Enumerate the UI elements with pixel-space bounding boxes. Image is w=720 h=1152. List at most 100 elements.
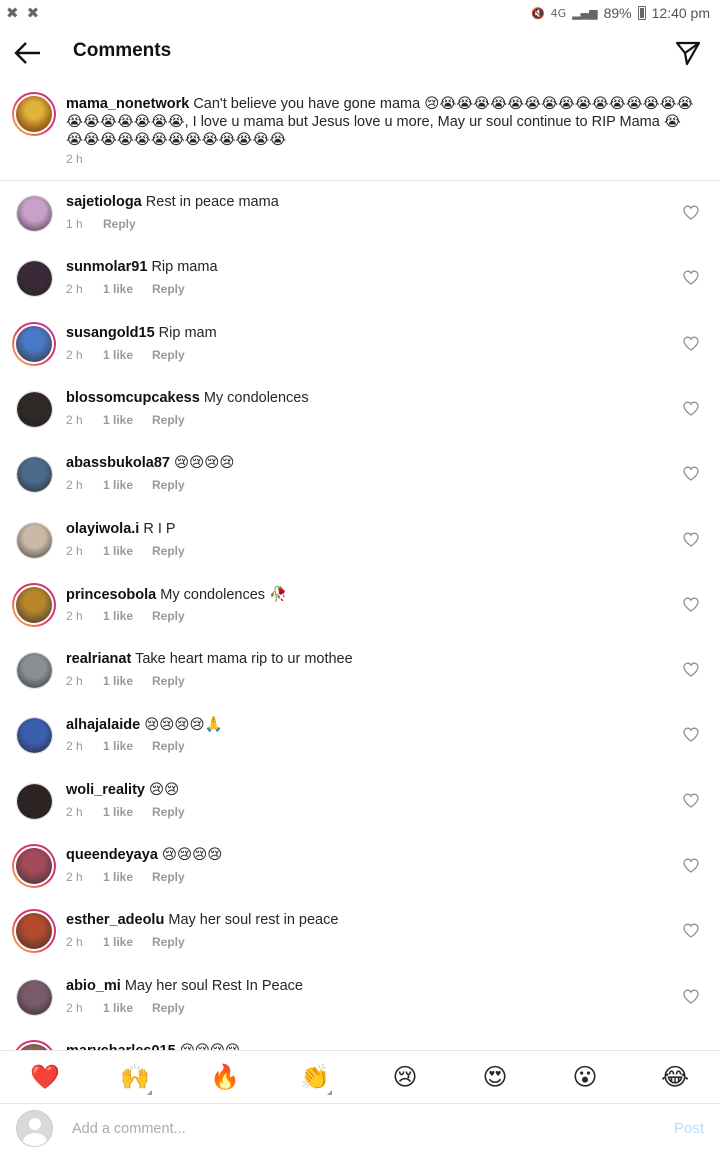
crying-emoji[interactable]: 😢 [360, 1063, 450, 1091]
reply-button[interactable]: Reply [152, 478, 185, 492]
reply-button[interactable]: Reply [152, 1001, 185, 1015]
comment-text: susangold15 Rip mam [66, 325, 217, 341]
network-label: 4G [550, 6, 567, 20]
avatar[interactable] [12, 92, 56, 136]
avatar[interactable] [16, 978, 53, 1016]
comment-time: 2 h [66, 412, 83, 427]
comment-meta: 2 h 1 like Reply [66, 805, 185, 819]
like-heart-icon[interactable] [683, 793, 699, 808]
like-count[interactable]: 1 like [103, 674, 152, 688]
arrow-left-icon [14, 42, 40, 64]
reply-button[interactable]: Reply [152, 609, 185, 623]
like-heart-icon[interactable] [683, 270, 699, 286]
like-count[interactable]: 1 like [103, 282, 152, 296]
comment-time: 2 h [66, 870, 83, 884]
reply-button[interactable]: Reply [152, 282, 185, 296]
like-heart-icon[interactable] [683, 532, 699, 547]
avatar[interactable] [16, 521, 53, 559]
like-count[interactable]: 1 like [103, 478, 152, 492]
comment-username[interactable]: woli_reality [66, 782, 145, 798]
comment-row: blossomcupcakess My condolences 2 h 1 like… [0, 377, 720, 442]
post-button[interactable]: Post [674, 1120, 704, 1137]
comment-username[interactable]: alhajalaide [66, 717, 140, 733]
like-heart-icon[interactable] [683, 597, 699, 612]
like-heart-icon[interactable] [683, 466, 699, 481]
comment-username[interactable]: queendeyaya [66, 847, 158, 863]
like-count[interactable]: 1 like [103, 935, 152, 949]
comment-time: 2 h [66, 478, 83, 493]
like-count[interactable]: 1 like [103, 413, 152, 427]
reply-button[interactable]: Reply [152, 935, 185, 949]
like-count[interactable]: 1 like [103, 544, 152, 558]
back-button[interactable] [12, 38, 44, 68]
like-heart-icon[interactable] [683, 989, 699, 1004]
comment-username[interactable]: susangold15 [66, 325, 155, 341]
avatar[interactable] [12, 321, 56, 366]
comment-username[interactable]: abassbukola87 [66, 455, 170, 471]
reply-button[interactable]: Reply [152, 870, 185, 884]
my-avatar [16, 1110, 53, 1147]
comment-username[interactable]: abio_mi [66, 978, 121, 994]
share-button[interactable] [674, 39, 702, 67]
comment-username[interactable]: sunmolar91 [66, 259, 147, 275]
avatar[interactable] [16, 260, 53, 298]
raised-hands-emoji[interactable]: 🙌 [90, 1063, 180, 1095]
reply-button[interactable]: Reply [103, 217, 136, 231]
reply-button[interactable]: Reply [152, 413, 185, 427]
like-heart-icon[interactable] [683, 205, 699, 220]
like-count[interactable]: 1 like [103, 739, 152, 753]
avatar[interactable] [16, 652, 53, 690]
avatar[interactable] [16, 390, 53, 428]
comment-row: alhajalaide 😢😢😢😢🙏 2 h 1 like Reply [0, 703, 720, 768]
reply-button[interactable]: Reply [152, 739, 185, 753]
comment-username[interactable]: esther_adeolu [66, 912, 164, 928]
surprised-emoji[interactable]: 😮 [540, 1063, 630, 1091]
comment-meta: 2 h 1 like Reply [66, 739, 185, 753]
avatar[interactable] [12, 844, 56, 888]
comment-text: sunmolar91 Rip mama [66, 259, 218, 275]
reply-button[interactable]: Reply [152, 348, 185, 362]
comment-time: 2 h [66, 935, 83, 950]
avatar[interactable] [16, 717, 53, 755]
comment-username[interactable]: princesobola [66, 587, 156, 603]
like-heart-icon[interactable] [683, 401, 699, 416]
fire-emoji[interactable]: 🔥 [180, 1063, 270, 1091]
like-heart-icon[interactable] [683, 662, 699, 677]
comment-body: R I P [143, 520, 176, 537]
comment-username[interactable]: sajetiologa [66, 194, 142, 210]
comment-text: woli_reality 😢😢 [66, 782, 179, 798]
avatar[interactable] [16, 456, 53, 494]
comment-time: 2 h [66, 282, 83, 297]
laughing-emoji[interactable]: 😂 [630, 1063, 720, 1091]
avatar[interactable] [12, 1039, 56, 1050]
caption-username[interactable]: mama_nonetwork [66, 96, 189, 112]
clap-emoji[interactable]: 👏 [270, 1063, 360, 1095]
like-heart-icon[interactable] [683, 727, 699, 743]
avatar[interactable] [16, 782, 53, 820]
avatar[interactable] [16, 195, 53, 232]
comment-list[interactable]: sajetiologa Rest in peace mama 1 h Reply su… [0, 181, 720, 1050]
like-count[interactable]: 1 like [103, 609, 152, 623]
like-count[interactable]: 1 like [103, 805, 152, 819]
like-count[interactable]: 1 like [103, 1001, 152, 1015]
comment-username[interactable]: blossomcupcakess [66, 390, 200, 406]
avatar[interactable] [12, 909, 56, 954]
comment-body: 😢😢😢😢 [180, 1043, 240, 1050]
like-count[interactable]: 1 like [103, 348, 152, 362]
like-heart-icon[interactable] [683, 336, 699, 351]
comment-username[interactable]: realrianat [66, 651, 131, 667]
comment-input[interactable] [72, 1114, 652, 1144]
like-heart-icon[interactable] [683, 923, 699, 939]
comment-meta: 2 h 1 like Reply [66, 870, 185, 884]
reply-button[interactable]: Reply [152, 805, 185, 819]
like-heart-icon[interactable] [683, 858, 699, 873]
comment-row: abio_mi May her soul Rest In Peace 2 h 1 l… [0, 965, 720, 1030]
heart-eyes-emoji[interactable]: 😍 [450, 1063, 540, 1091]
reply-button[interactable]: Reply [152, 674, 185, 688]
comment-username[interactable]: olayiwola.i [66, 521, 139, 537]
like-count[interactable]: 1 like [103, 870, 152, 884]
heart-emoji[interactable]: ❤️ [0, 1063, 90, 1091]
avatar[interactable] [12, 582, 56, 627]
reply-button[interactable]: Reply [152, 544, 185, 558]
comment-username[interactable]: marycharles015 [66, 1043, 176, 1050]
